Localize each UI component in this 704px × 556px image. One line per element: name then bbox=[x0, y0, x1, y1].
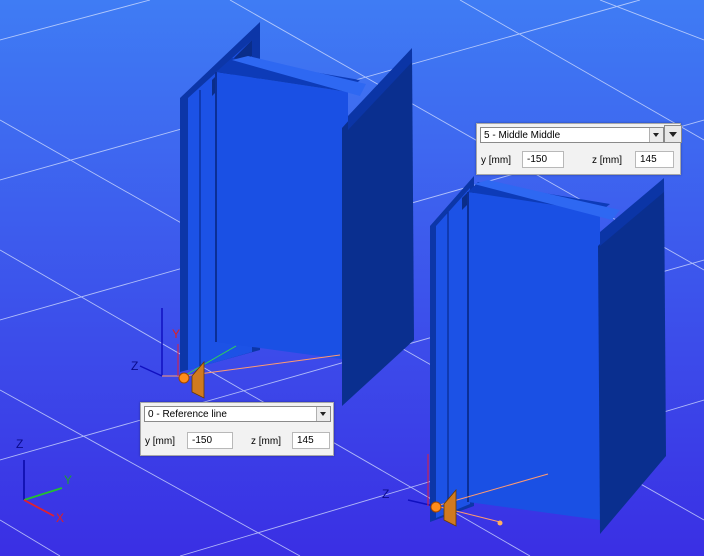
reference-point-dropdown-left[interactable]: 0 - Reference line bbox=[144, 406, 331, 422]
local-z-axis-label: Z bbox=[131, 359, 138, 373]
reference-panel-left: 0 - Reference line y [mm] z [mm] bbox=[140, 402, 334, 456]
z-offset-input-right[interactable] bbox=[635, 151, 674, 168]
z-offset-input-left[interactable] bbox=[292, 432, 330, 449]
y-offset-input-left[interactable] bbox=[187, 432, 233, 449]
chevron-down-icon[interactable] bbox=[649, 128, 663, 142]
reference-point-selected-left: 0 - Reference line bbox=[148, 409, 227, 420]
reference-point-selected-right: 5 - Middle Middle bbox=[484, 130, 561, 141]
reference-point-marker-left[interactable] bbox=[178, 372, 190, 384]
y-offset-input-right[interactable] bbox=[522, 151, 564, 168]
global-y-axis-label: Y bbox=[64, 473, 72, 487]
3d-viewport[interactable]: Y Z Z Z Y X bbox=[0, 0, 704, 556]
y-offset-label-left: y [mm] bbox=[145, 436, 175, 447]
chevron-down-icon[interactable] bbox=[316, 407, 330, 421]
local-z-axis-label-right: Z bbox=[382, 487, 389, 501]
reference-point-dropdown-right[interactable]: 5 - Middle Middle bbox=[480, 127, 664, 143]
global-z-axis-label: Z bbox=[16, 437, 23, 451]
y-offset-label-right: y [mm] bbox=[481, 155, 511, 166]
secondary-point-marker bbox=[497, 520, 503, 526]
global-x-axis-label: X bbox=[56, 511, 64, 525]
i-beam-right[interactable] bbox=[430, 176, 666, 534]
reference-panel-right: 5 - Middle Middle y [mm] z [mm] bbox=[476, 123, 682, 175]
z-offset-label-right: z [mm] bbox=[592, 155, 622, 166]
panel-menu-button[interactable] bbox=[664, 125, 682, 143]
local-y-axis-label: Y bbox=[172, 327, 180, 341]
z-offset-label-left: z [mm] bbox=[251, 436, 281, 447]
reference-point-marker-right[interactable] bbox=[430, 501, 442, 513]
